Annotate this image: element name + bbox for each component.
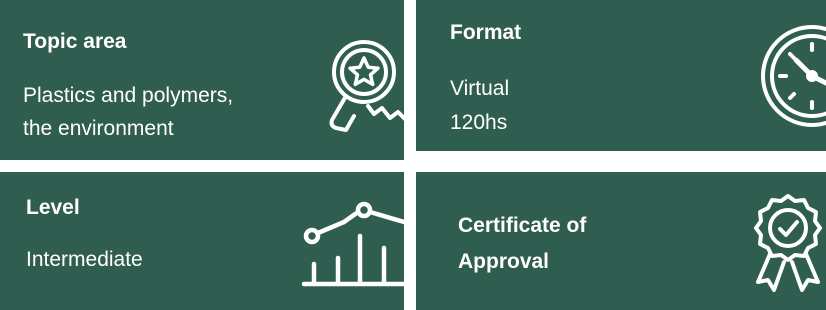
topic-area-card: Topic area Plastics and polymers, the en…	[0, 0, 404, 160]
topic-area-title: Topic area	[23, 30, 127, 53]
format-line-1: Virtual	[450, 77, 510, 100]
level-card: Level Intermediate	[0, 172, 404, 310]
level-value: Intermediate	[26, 248, 143, 271]
certificate-title-line-1: Certificate of	[458, 214, 587, 237]
certificate-title-line-2: Approval	[458, 250, 550, 273]
topic-area-line-1: Plastics and polymers,	[23, 84, 234, 107]
award-star-icon	[324, 36, 404, 140]
certificate-card: Certificate of Approval	[416, 172, 826, 310]
format-line-2: 120hs	[450, 111, 508, 134]
format-title: Format	[450, 21, 522, 44]
level-title: Level	[26, 196, 80, 219]
line-bar-chart-icon	[300, 198, 404, 288]
format-card: Format Virtual 120hs	[416, 0, 826, 151]
topic-area-line-2: the environment	[23, 117, 174, 140]
clock-icon	[752, 24, 826, 128]
badge-check-icon	[748, 192, 826, 296]
